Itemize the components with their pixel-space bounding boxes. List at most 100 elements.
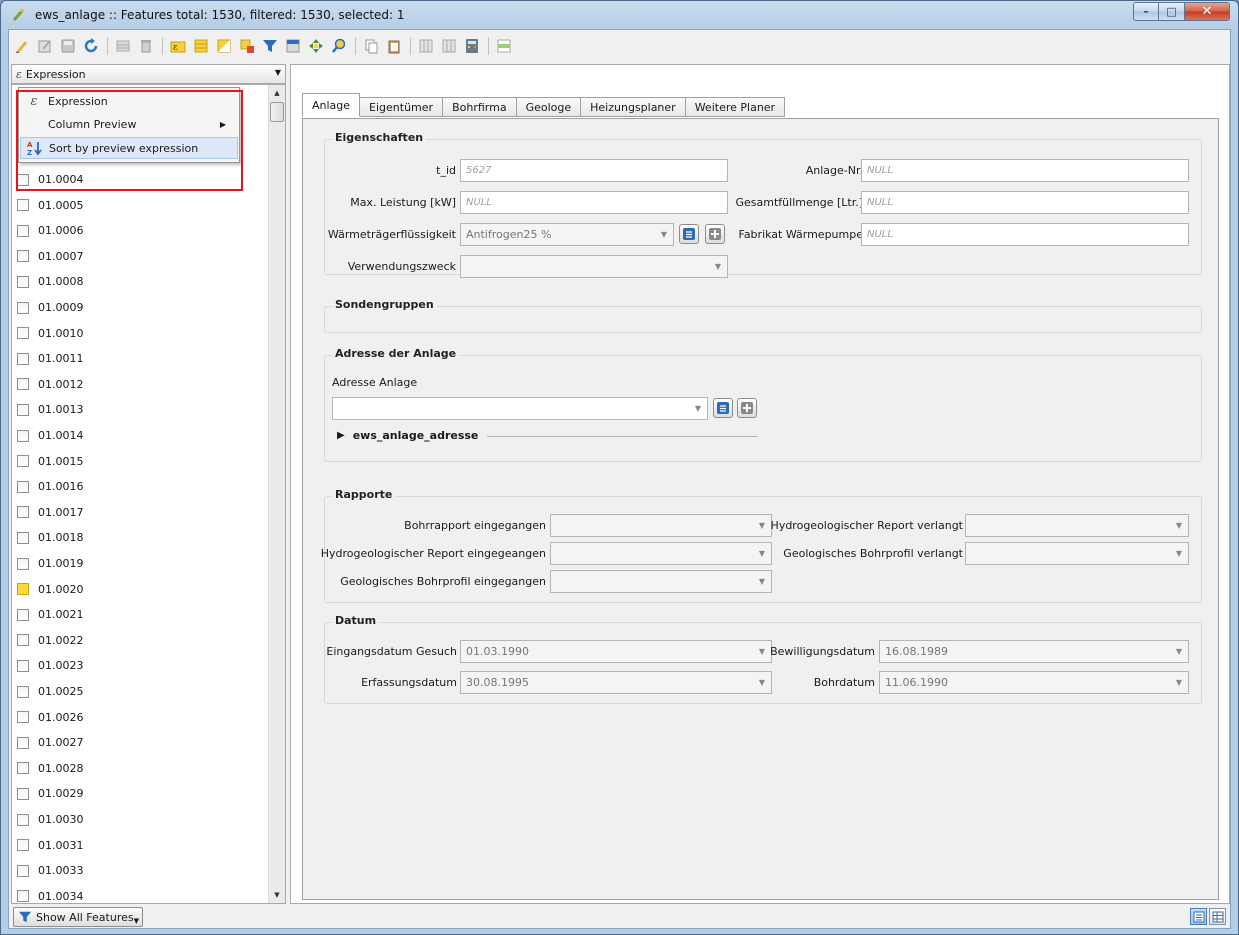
row-selection-indicator[interactable] [17, 378, 29, 391]
relation-toggle[interactable]: ▶ ews_anlage_adresse [337, 429, 478, 442]
deselect-icon[interactable] [236, 35, 258, 57]
row-selection-indicator[interactable] [17, 608, 29, 621]
add-feature-icon[interactable] [112, 35, 134, 57]
row-selection-indicator[interactable] [17, 736, 29, 749]
row-selection-indicator[interactable] [17, 224, 29, 237]
row-selection-indicator[interactable] [17, 480, 29, 493]
list-item[interactable]: 01.0018 [12, 525, 268, 550]
list-item[interactable]: 01.0009 [12, 295, 268, 320]
list-item[interactable]: 01.0022 [12, 628, 268, 653]
row-selection-indicator[interactable] [17, 327, 29, 340]
list-item[interactable]: 01.0014 [12, 423, 268, 448]
menu-item-sort-by-preview[interactable]: AZ Sort by preview expression [20, 137, 238, 159]
copy-icon[interactable] [360, 35, 382, 57]
tab-heizungsplaner[interactable]: Heizungsplaner [581, 97, 686, 117]
list-item[interactable]: 01.0031 [12, 833, 268, 858]
pan-to-selection-icon[interactable] [305, 35, 327, 57]
hydro-eingegangen-combo[interactable]: ▼ [550, 542, 772, 565]
row-selection-indicator[interactable] [17, 762, 29, 775]
row-selection-indicator[interactable] [17, 583, 29, 596]
list-item[interactable]: 01.0008 [12, 269, 268, 294]
geo-verlangt-combo[interactable]: ▼ [965, 542, 1189, 565]
anlage-nr-field[interactable]: NULL [861, 159, 1189, 182]
row-selection-indicator[interactable] [17, 864, 29, 877]
filter-icon[interactable] [259, 35, 281, 57]
open-form-button[interactable] [679, 224, 699, 244]
tab-geologe[interactable]: Geologe [516, 97, 582, 117]
row-selection-indicator[interactable] [17, 711, 29, 724]
list-item[interactable]: 01.0006 [12, 218, 268, 243]
row-selection-indicator[interactable] [17, 352, 29, 365]
row-selection-indicator[interactable] [17, 455, 29, 468]
tab-anlage[interactable]: Anlage [302, 93, 361, 117]
fabrikat-field[interactable]: NULL [861, 223, 1189, 246]
add-address-button[interactable] [737, 398, 757, 418]
list-item[interactable]: 01.0013 [12, 397, 268, 422]
multi-edit-icon[interactable] [34, 35, 56, 57]
t-id-field[interactable]: 5627 [460, 159, 728, 182]
row-selection-indicator[interactable] [17, 275, 29, 288]
row-selection-indicator[interactable] [17, 659, 29, 672]
traeger-combo[interactable]: Antifrogen25 % ▼ [460, 223, 674, 246]
list-item[interactable]: 01.0019 [12, 551, 268, 576]
scroll-down-icon[interactable]: ▼ [269, 887, 285, 903]
tab-bohrfirma[interactable]: Bohrfirma [443, 97, 517, 117]
form-view-button[interactable] [1190, 908, 1207, 925]
list-item[interactable]: 01.0023 [12, 653, 268, 678]
row-selection-indicator[interactable] [17, 890, 29, 903]
row-selection-indicator[interactable] [17, 199, 29, 212]
reload-icon[interactable] [80, 35, 102, 57]
list-item[interactable]: 01.0028 [12, 756, 268, 781]
list-item[interactable]: 01.0011 [12, 346, 268, 371]
expression-combo[interactable]: ε Expression ▼ [11, 64, 286, 84]
maximize-button[interactable]: □ [1159, 2, 1185, 21]
field-calculator-icon[interactable] [461, 35, 483, 57]
list-item[interactable]: 01.0016 [12, 474, 268, 499]
fuellmenge-field[interactable]: NULL [861, 191, 1189, 214]
list-item[interactable]: 01.0026 [12, 705, 268, 730]
menu-item-expression[interactable]: ε Expression [20, 90, 238, 112]
move-selection-top-icon[interactable] [282, 35, 304, 57]
bohr-date[interactable]: 11.06.1990 ▼ [879, 671, 1189, 694]
adresse-combo[interactable]: ▼ [332, 397, 708, 420]
tab-eigentuemer[interactable]: Eigentümer [360, 97, 444, 117]
list-item[interactable]: 01.0015 [12, 449, 268, 474]
bewilligung-date[interactable]: 16.08.1989 ▼ [879, 640, 1189, 663]
list-scrollbar[interactable]: ▲ ▼ [268, 85, 285, 903]
open-address-form-button[interactable] [713, 398, 733, 418]
feature-list[interactable]: ▲ ▼ 01.0004 01.0005 01.0006 01.0007 01.0008 0… [11, 84, 286, 904]
save-edits-icon[interactable] [57, 35, 79, 57]
table-view-button[interactable] [1209, 908, 1226, 925]
zoom-to-selection-icon[interactable] [328, 35, 350, 57]
row-selection-indicator[interactable] [17, 429, 29, 442]
tab-weitere-planer[interactable]: Weitere Planer [685, 97, 786, 117]
list-item[interactable]: 01.0027 [12, 730, 268, 755]
list-item[interactable]: 01.0010 [12, 321, 268, 346]
list-item[interactable]: 01.0017 [12, 500, 268, 525]
scroll-thumb[interactable] [270, 102, 284, 122]
list-item[interactable]: 01.0033 [12, 858, 268, 883]
title-bar[interactable]: ews_anlage :: Features total: 1530, filt… [1, 1, 1238, 29]
conditional-formatting-icon[interactable] [493, 35, 515, 57]
row-selection-indicator[interactable] [17, 506, 29, 519]
list-item[interactable]: 01.0025 [12, 679, 268, 704]
row-selection-indicator[interactable] [17, 839, 29, 852]
row-selection-indicator[interactable] [17, 403, 29, 416]
geo-eingegangen-combo[interactable]: ▼ [550, 570, 772, 593]
add-entry-button[interactable] [705, 224, 725, 244]
select-all-icon[interactable] [190, 35, 212, 57]
invert-selection-icon[interactable] [213, 35, 235, 57]
pencil-icon[interactable] [11, 35, 33, 57]
scroll-up-icon[interactable]: ▲ [269, 85, 285, 101]
row-selection-indicator[interactable] [17, 787, 29, 800]
list-item[interactable]: 01.0030 [12, 807, 268, 832]
delete-field-icon[interactable] [438, 35, 460, 57]
list-item[interactable]: 01.0012 [12, 372, 268, 397]
list-item[interactable]: 01.0005 [12, 193, 268, 218]
delete-feature-icon[interactable] [135, 35, 157, 57]
list-item[interactable]: 01.0029 [12, 781, 268, 806]
menu-item-column-preview[interactable]: Column Preview ▶ [20, 113, 238, 135]
row-selection-indicator[interactable] [17, 685, 29, 698]
new-field-icon[interactable] [415, 35, 437, 57]
bohrrapport-combo[interactable]: ▼ [550, 514, 772, 537]
